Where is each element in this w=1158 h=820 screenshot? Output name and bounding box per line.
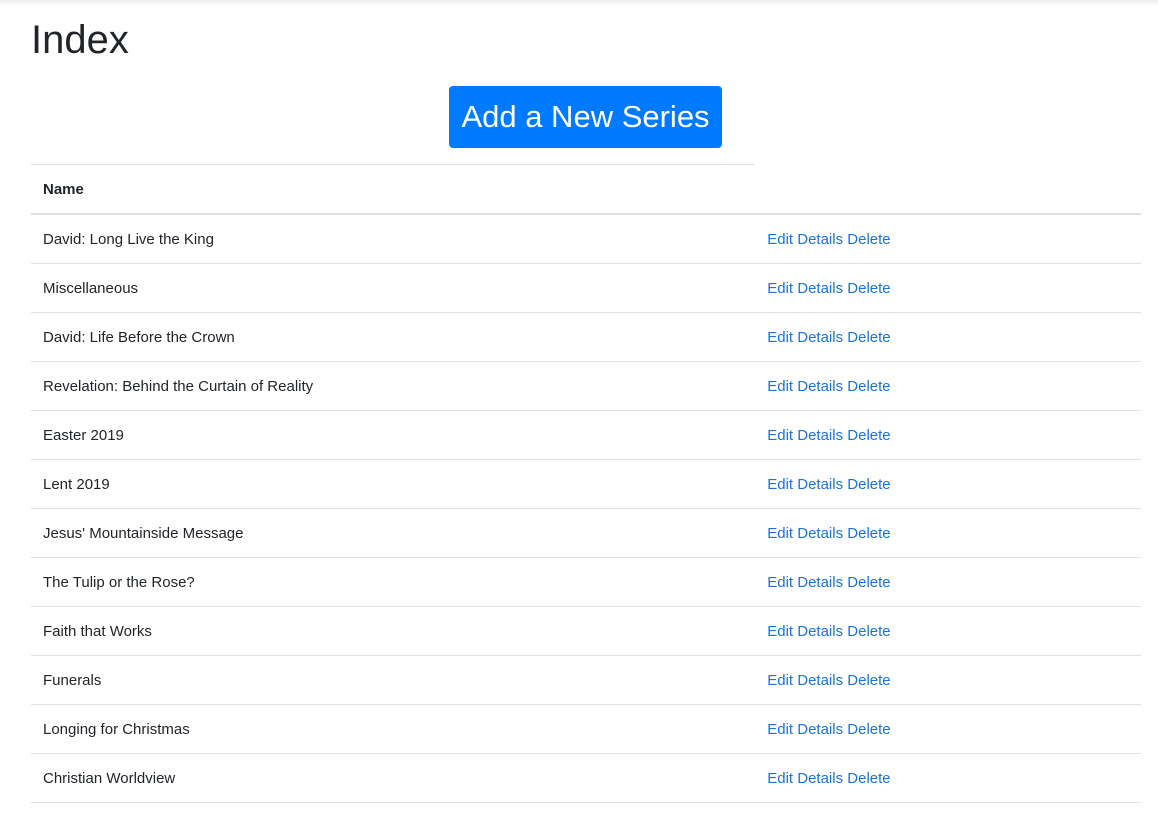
delete-link[interactable]: Delete	[847, 623, 890, 640]
edit-link[interactable]: Edit	[767, 574, 793, 591]
series-actions-cell: Edit Details Delete	[755, 655, 1141, 705]
series-name-cell: Longing for Christmas	[31, 704, 756, 754]
top-shadow-bar	[0, 0, 1158, 6]
series-actions-cell: Edit Details Delete	[755, 459, 1141, 509]
table-header-row: Name	[31, 164, 1141, 215]
page-title: Index	[31, 18, 129, 62]
edit-link[interactable]: Edit	[767, 672, 793, 689]
series-table: Add a New Series Name David: Long Live t…	[31, 86, 1141, 803]
delete-link[interactable]: Delete	[847, 329, 890, 346]
table-row: Lent 2019 Edit Details Delete	[31, 459, 1141, 509]
details-link[interactable]: Details	[797, 329, 843, 346]
delete-link[interactable]: Delete	[847, 525, 890, 542]
details-link[interactable]: Details	[797, 721, 843, 738]
table-body: David: Long Live the King Edit Details D…	[31, 214, 1141, 803]
table-row: Faith that Works Edit Details Delete	[31, 606, 1141, 656]
delete-link[interactable]: Delete	[847, 574, 890, 591]
table-row: Longing for Christmas Edit Details Delet…	[31, 704, 1141, 754]
table-row: Funerals Edit Details Delete	[31, 655, 1141, 705]
series-actions-cell: Edit Details Delete	[755, 606, 1141, 656]
details-link[interactable]: Details	[797, 378, 843, 395]
details-link[interactable]: Details	[797, 574, 843, 591]
details-link[interactable]: Details	[797, 231, 843, 248]
delete-link[interactable]: Delete	[847, 672, 890, 689]
edit-link[interactable]: Edit	[767, 476, 793, 493]
series-name-cell: Jesus' Mountainside Message	[31, 508, 756, 558]
series-actions-cell: Edit Details Delete	[755, 508, 1141, 558]
delete-link[interactable]: Delete	[847, 770, 890, 787]
series-actions-cell: Edit Details Delete	[755, 704, 1141, 754]
table-row: Easter 2019 Edit Details Delete	[31, 410, 1141, 460]
delete-link[interactable]: Delete	[847, 231, 890, 248]
edit-link[interactable]: Edit	[767, 525, 793, 542]
details-link[interactable]: Details	[797, 770, 843, 787]
delete-link[interactable]: Delete	[847, 378, 890, 395]
delete-link[interactable]: Delete	[847, 280, 890, 297]
add-new-series-button[interactable]: Add a New Series	[449, 86, 722, 148]
series-name-cell: Revelation: Behind the Curtain of Realit…	[31, 361, 756, 411]
series-name-cell: Faith that Works	[31, 606, 756, 656]
details-link[interactable]: Details	[797, 427, 843, 444]
edit-link[interactable]: Edit	[767, 721, 793, 738]
series-name-cell: Christian Worldview	[31, 753, 756, 803]
series-actions-cell: Edit Details Delete	[755, 410, 1141, 460]
edit-link[interactable]: Edit	[767, 280, 793, 297]
delete-link[interactable]: Delete	[847, 476, 890, 493]
details-link[interactable]: Details	[797, 280, 843, 297]
delete-link[interactable]: Delete	[847, 427, 890, 444]
edit-link[interactable]: Edit	[767, 427, 793, 444]
series-name-cell: Miscellaneous	[31, 263, 756, 313]
series-name-cell: David: Life Before the Crown	[31, 312, 756, 362]
table-row: The Tulip or the Rose? Edit Details Dele…	[31, 557, 1141, 607]
table-row: Christian Worldview Edit Details Delete	[31, 753, 1141, 803]
details-link[interactable]: Details	[797, 672, 843, 689]
edit-link[interactable]: Edit	[767, 623, 793, 640]
table-row: Miscellaneous Edit Details Delete	[31, 263, 1141, 313]
series-actions-cell: Edit Details Delete	[755, 557, 1141, 607]
series-name-cell: Lent 2019	[31, 459, 756, 509]
edit-link[interactable]: Edit	[767, 231, 793, 248]
edit-link[interactable]: Edit	[767, 770, 793, 787]
series-name-cell: Funerals	[31, 655, 756, 705]
details-link[interactable]: Details	[797, 525, 843, 542]
table-caption-cell: Add a New Series	[31, 86, 755, 165]
series-actions-cell: Edit Details Delete	[755, 214, 1141, 264]
details-link[interactable]: Details	[797, 476, 843, 493]
column-header-actions	[755, 164, 1141, 215]
series-name-cell: The Tulip or the Rose?	[31, 557, 756, 607]
edit-link[interactable]: Edit	[767, 329, 793, 346]
delete-link[interactable]: Delete	[847, 721, 890, 738]
table-row: Jesus' Mountainside Message Edit Details…	[31, 508, 1141, 558]
series-actions-cell: Edit Details Delete	[755, 361, 1141, 411]
series-actions-cell: Edit Details Delete	[755, 312, 1141, 362]
details-link[interactable]: Details	[797, 623, 843, 640]
series-name-cell: David: Long Live the King	[31, 214, 756, 264]
column-header-name: Name	[31, 164, 756, 215]
table-row: David: Long Live the King Edit Details D…	[31, 214, 1141, 264]
series-actions-cell: Edit Details Delete	[755, 753, 1141, 803]
table-caption-row: Add a New Series	[31, 86, 1141, 165]
table-row: Revelation: Behind the Curtain of Realit…	[31, 361, 1141, 411]
series-actions-cell: Edit Details Delete	[755, 263, 1141, 313]
series-name-cell: Easter 2019	[31, 410, 756, 460]
edit-link[interactable]: Edit	[767, 378, 793, 395]
table-row: David: Life Before the Crown Edit Detail…	[31, 312, 1141, 362]
